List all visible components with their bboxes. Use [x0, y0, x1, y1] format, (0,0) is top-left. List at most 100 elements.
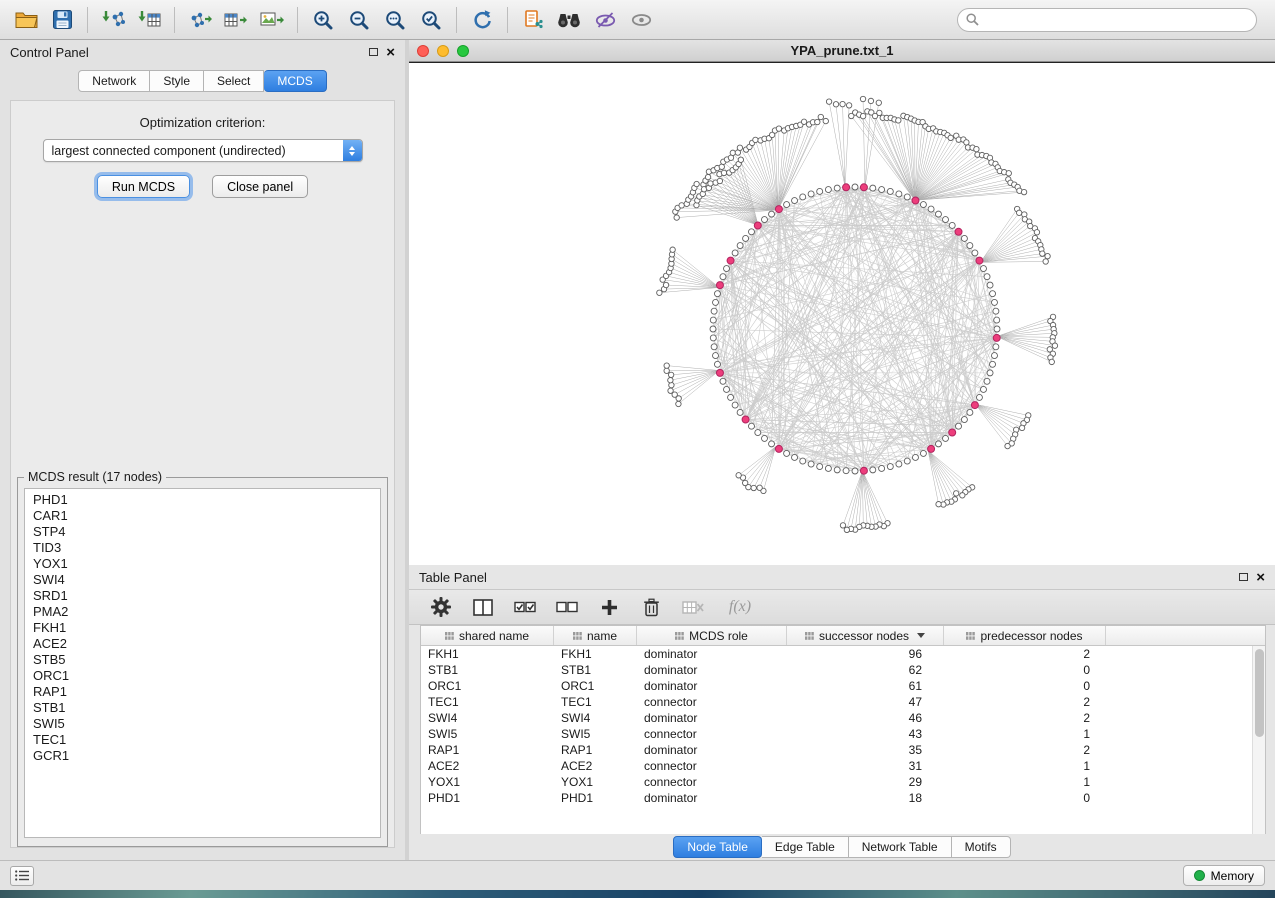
tab-node-table[interactable]: Node Table — [673, 836, 762, 858]
search-box[interactable] — [957, 8, 1257, 32]
result-item[interactable]: PHD1 — [25, 492, 380, 508]
optimization-criterion-label: Optimization criterion: — [11, 115, 394, 130]
table-row[interactable]: RAP1RAP1dominator352 — [421, 742, 1252, 758]
column-header-predecessor-nodes[interactable]: predecessor nodes — [944, 626, 1106, 645]
result-item[interactable]: RAP1 — [25, 684, 380, 700]
table-row[interactable]: STB1STB1dominator620 — [421, 662, 1252, 678]
window-minimize-icon[interactable] — [437, 45, 449, 57]
cell-mcds-role: connector — [637, 726, 787, 742]
export-network-button[interactable] — [182, 4, 218, 36]
plus-icon — [601, 599, 618, 616]
table-row[interactable]: SWI4SWI4dominator462 — [421, 710, 1252, 726]
network-canvas[interactable] — [409, 62, 1275, 565]
search-input[interactable] — [985, 13, 1248, 27]
float-table-panel-icon[interactable] — [1239, 573, 1248, 581]
copy-document-icon — [523, 10, 543, 30]
close-control-panel-icon[interactable]: × — [386, 45, 395, 60]
panel-menu-button[interactable] — [10, 866, 34, 886]
tab-network[interactable]: Network — [78, 70, 150, 92]
close-table-panel-icon[interactable]: × — [1256, 570, 1265, 585]
tab-edge-table[interactable]: Edge Table — [762, 836, 849, 858]
table-row[interactable]: SWI5SWI5connector431 — [421, 726, 1252, 742]
scrollbar-thumb[interactable] — [1255, 649, 1264, 737]
open-file-button[interactable] — [8, 4, 44, 36]
cell-mcds-role: dominator — [637, 742, 787, 758]
column-header-mcds-role[interactable]: MCDS role — [637, 626, 787, 645]
column-header-shared-name[interactable]: shared name — [421, 626, 554, 645]
network-titlebar[interactable]: YPA_prune.txt_1 — [409, 40, 1275, 62]
show-columns-button[interactable] — [469, 593, 497, 621]
sort-grid-icon — [966, 632, 975, 640]
zoom-selected-button[interactable] — [413, 4, 449, 36]
result-item[interactable]: TEC1 — [25, 732, 380, 748]
result-item[interactable]: STB1 — [25, 700, 380, 716]
result-item[interactable]: SWI5 — [25, 716, 380, 732]
cell-shared-name: FKH1 — [421, 646, 554, 662]
result-item[interactable]: YOX1 — [25, 556, 380, 572]
tab-mcds[interactable]: MCDS — [264, 70, 326, 92]
export-image-button[interactable] — [254, 4, 290, 36]
run-mcds-button[interactable]: Run MCDS — [97, 175, 190, 198]
refresh-layout-button[interactable] — [464, 4, 500, 36]
binoculars-icon — [557, 11, 581, 28]
window-maximize-icon[interactable] — [457, 45, 469, 57]
tab-network-table[interactable]: Network Table — [849, 836, 952, 858]
export-table-button[interactable] — [218, 4, 254, 36]
result-item[interactable]: GCR1 — [25, 748, 380, 764]
column-header-successor-nodes[interactable]: successor nodes — [787, 626, 944, 645]
import-table-button[interactable] — [131, 4, 167, 36]
result-item[interactable]: ACE2 — [25, 636, 380, 652]
table-row[interactable]: FKH1FKH1dominator962 — [421, 646, 1252, 662]
result-item[interactable]: STP4 — [25, 524, 380, 540]
column-settings-button[interactable] — [427, 593, 455, 621]
tab-style[interactable]: Style — [150, 70, 204, 92]
table-row[interactable]: ACE2ACE2connector311 — [421, 758, 1252, 774]
zoom-in-button[interactable] — [305, 4, 341, 36]
zoom-fit-button[interactable] — [377, 4, 413, 36]
close-panel-button[interactable]: Close panel — [212, 175, 308, 198]
show-details-button[interactable] — [623, 4, 659, 36]
select-all-button[interactable] — [511, 593, 539, 621]
cell-name: ORC1 — [554, 678, 637, 694]
table-row[interactable]: ORC1ORC1dominator610 — [421, 678, 1252, 694]
result-item[interactable]: FKH1 — [25, 620, 380, 636]
network-graph[interactable] — [409, 63, 1275, 565]
result-item[interactable]: STB5 — [25, 652, 380, 668]
result-item[interactable]: TID3 — [25, 540, 380, 556]
window-close-icon[interactable] — [417, 45, 429, 57]
result-item[interactable]: ORC1 — [25, 668, 380, 684]
delete-table-icon — [682, 600, 704, 615]
zoom-in-icon — [313, 10, 333, 30]
result-item[interactable]: PMA2 — [25, 604, 380, 620]
control-panel: Control Panel × NetworkStyleSelectMCDS O… — [0, 40, 405, 860]
table-row[interactable]: YOX1YOX1connector291 — [421, 774, 1252, 790]
find-button[interactable] — [551, 4, 587, 36]
zoom-out-button[interactable] — [341, 4, 377, 36]
sort-grid-icon — [573, 632, 582, 640]
optimization-dropdown[interactable]: largest connected component (undirected) — [43, 139, 363, 162]
memory-button[interactable]: Memory — [1183, 865, 1265, 886]
toggle-details-button[interactable] — [587, 4, 623, 36]
delete-button[interactable] — [637, 593, 665, 621]
float-panel-icon[interactable] — [369, 48, 378, 56]
status-bar: Memory — [0, 860, 1275, 890]
result-item[interactable]: CAR1 — [25, 508, 380, 524]
result-item[interactable]: SWI4 — [25, 572, 380, 588]
clone-network-button[interactable] — [515, 4, 551, 36]
tab-motifs[interactable]: Motifs — [952, 836, 1011, 858]
cell-predecessor-nodes: 2 — [944, 694, 1106, 710]
result-item[interactable]: SRD1 — [25, 588, 380, 604]
column-header-name[interactable]: name — [554, 626, 637, 645]
add-row-button[interactable] — [595, 593, 623, 621]
table-scrollbar[interactable] — [1252, 646, 1265, 834]
save-session-button[interactable] — [44, 4, 80, 36]
function-builder-button[interactable]: f(x) — [721, 593, 759, 621]
import-table-icon — [137, 10, 161, 30]
import-network-button[interactable] — [95, 4, 131, 36]
deselect-all-button[interactable] — [553, 593, 581, 621]
column-label: name — [587, 629, 617, 643]
tab-select[interactable]: Select — [204, 70, 264, 92]
table-row[interactable]: PHD1PHD1dominator180 — [421, 790, 1252, 806]
delete-table-button[interactable] — [679, 593, 707, 621]
table-row[interactable]: TEC1TEC1connector472 — [421, 694, 1252, 710]
